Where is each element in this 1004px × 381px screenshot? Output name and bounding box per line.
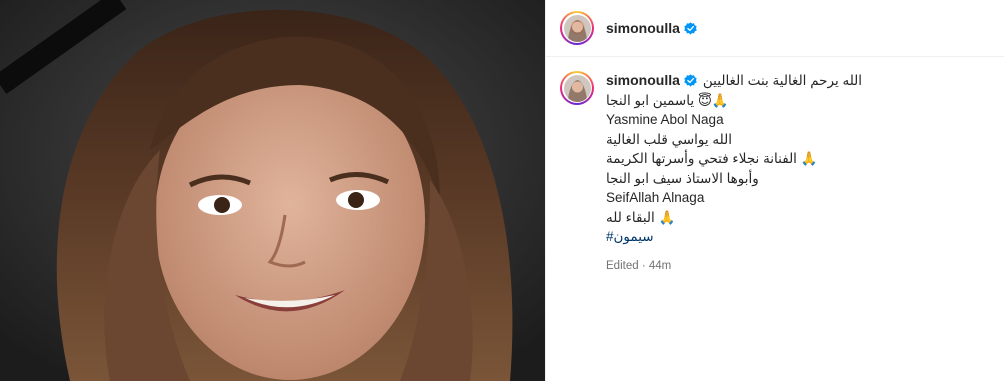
hashtag-link[interactable]: #سيمون (606, 227, 862, 247)
caption-line-1: الله يرحم الغالية بنت الغاليين (702, 73, 863, 88)
caption-line-3: Yasmine Abol Naga (606, 112, 724, 127)
avatar-image (563, 14, 591, 42)
post-sidebar: simonoulla simonoulla الله يرحم الغالية … (545, 0, 1004, 381)
meta-separator: · (641, 259, 649, 272)
caption-line-5: الفنانة نجلاء فتحي وأسرتها الكريمة 🙏 (606, 151, 818, 166)
post-meta: Edited · 44m (606, 257, 862, 277)
post-photo[interactable] (0, 0, 545, 381)
avatar[interactable] (560, 11, 594, 45)
post-time[interactable]: 44m (649, 260, 671, 272)
verified-badge-icon (684, 74, 697, 87)
caption-line-8: البقاء لله 🙏 (606, 209, 676, 225)
caption-line-6: وأبوها الاستاذ سيف ابو النجا (606, 170, 759, 186)
caption-avatar[interactable] (560, 71, 594, 105)
edited-label: Edited (606, 259, 639, 272)
caption-text: simonoulla الله يرحم الغالية بنت الغاليي… (606, 71, 862, 276)
header-username[interactable]: simonoulla (606, 20, 680, 36)
caption-username[interactable]: simonoulla (606, 71, 680, 91)
caption-line-2: ياسمين ابو النجا 😇🙏 (606, 92, 729, 108)
caption-line-7: SeifAllah Alnaga (606, 190, 705, 205)
caption-avatar-image (563, 74, 591, 102)
caption: simonoulla الله يرحم الغالية بنت الغاليي… (546, 57, 1004, 276)
post-photo-image (0, 0, 545, 381)
caption-line-4: الله يواسي قلب الغالية (606, 131, 732, 147)
post-header: simonoulla (546, 0, 1004, 57)
verified-badge-icon (684, 21, 697, 35)
